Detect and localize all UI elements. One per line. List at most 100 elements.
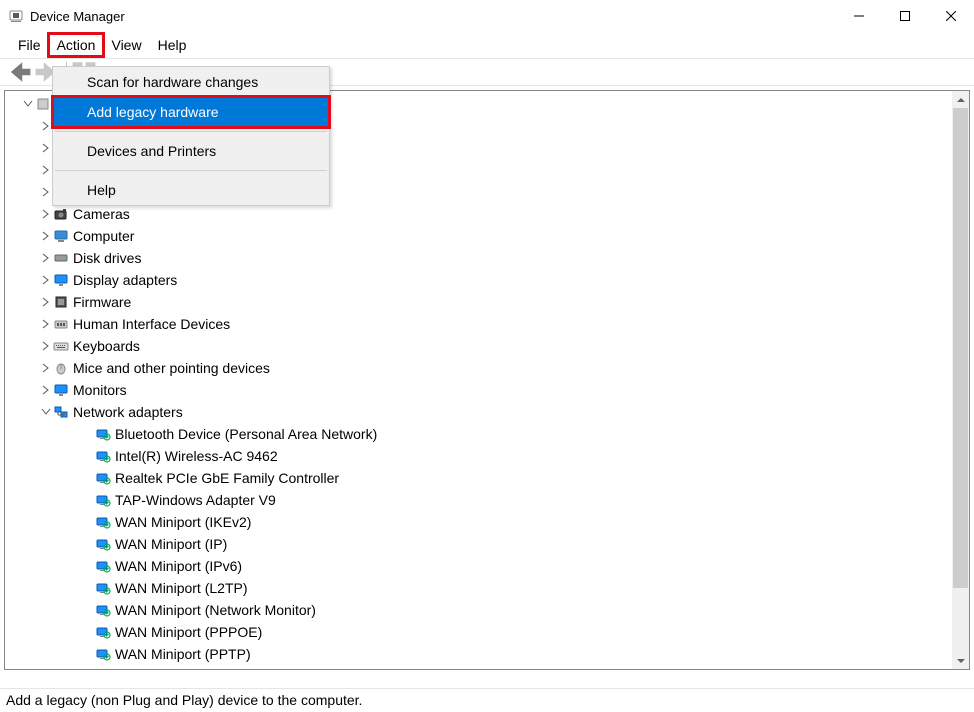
tree-item[interactable]: WAN Miniport (SSTP) [5,665,952,669]
window-title: Device Manager [30,9,836,24]
tree-item[interactable]: Display adapters [5,269,952,291]
chevron-right-icon[interactable] [39,187,53,197]
tree-item-label: WAN Miniport (IP) [115,536,227,552]
hid-icon [53,316,69,332]
tree-item[interactable]: WAN Miniport (PPPOE) [5,621,952,643]
close-button[interactable] [928,0,974,32]
tree-item[interactable]: Computer [5,225,952,247]
status-bar: Add a legacy (non Plug and Play) device … [0,688,974,712]
chevron-right-icon[interactable] [39,165,53,175]
computer-icon [53,228,69,244]
tree-item[interactable]: Disk drives [5,247,952,269]
chevron-down-icon[interactable] [21,99,35,109]
net-icon [95,426,111,442]
keyboard-icon [53,338,69,354]
tree-item-label: WAN Miniport (IPv6) [115,558,242,574]
titlebar: Device Manager [0,0,974,32]
net-icon [95,602,111,618]
chevron-right-icon[interactable] [39,297,53,307]
tree-item[interactable]: WAN Miniport (IPv6) [5,555,952,577]
net-icon [95,448,111,464]
tree-item[interactable]: Network adapters [5,401,952,423]
action-dropdown: Scan for hardware changes Add legacy har… [52,66,330,206]
tree-item[interactable]: Intel(R) Wireless-AC 9462 [5,445,952,467]
tree-item-label: Human Interface Devices [73,316,230,332]
firmware-icon [53,294,69,310]
tree-item[interactable]: Monitors [5,379,952,401]
tree-item[interactable]: Keyboards [5,335,952,357]
chevron-right-icon[interactable] [39,385,53,395]
menu-help[interactable]: Help [150,34,195,56]
scroll-thumb[interactable] [953,108,968,588]
tree-item[interactable]: WAN Miniport (L2TP) [5,577,952,599]
tree-item[interactable]: WAN Miniport (PPTP) [5,643,952,665]
vertical-scrollbar[interactable] [952,91,969,669]
tree-item[interactable]: Human Interface Devices [5,313,952,335]
menu-help[interactable]: Help [53,175,329,205]
back-button[interactable] [6,60,32,84]
chevron-right-icon[interactable] [39,363,53,373]
tree-item-label: Mice and other pointing devices [73,360,270,376]
status-text: Add a legacy (non Plug and Play) device … [6,692,362,708]
tree-item[interactable]: WAN Miniport (IKEv2) [5,511,952,533]
tree-item[interactable]: Mice and other pointing devices [5,357,952,379]
menu-action[interactable]: Action [49,34,104,56]
net-icon [95,514,111,530]
net-icon [95,536,111,552]
chevron-right-icon[interactable] [39,319,53,329]
app-icon [8,8,24,24]
tree-item-label: WAN Miniport (IKEv2) [115,514,251,530]
net-icon [95,580,111,596]
menubar: File Action View Help [0,32,974,58]
chevron-right-icon[interactable] [39,209,53,219]
scroll-down-button[interactable] [952,652,969,669]
tree-item-label: Bluetooth Device (Personal Area Network) [115,426,377,442]
chevron-down-icon[interactable] [39,407,53,417]
tree-item[interactable]: WAN Miniport (IP) [5,533,952,555]
tree-item[interactable]: Firmware [5,291,952,313]
tree-item-label: Disk drives [73,250,141,266]
net-icon [95,470,111,486]
chevron-right-icon[interactable] [39,231,53,241]
tree-item-label: WAN Miniport (PPPOE) [115,624,262,640]
menu-view[interactable]: View [103,34,149,56]
chevron-right-icon[interactable] [39,253,53,263]
net-icon [95,558,111,574]
chevron-right-icon[interactable] [39,341,53,351]
menu-separator [55,170,327,171]
minimize-button[interactable] [836,0,882,32]
tree-item-label: Cameras [73,206,130,222]
scroll-up-button[interactable] [952,91,969,108]
tree-item[interactable]: Bluetooth Device (Personal Area Network) [5,423,952,445]
network-icon [53,404,69,420]
menu-devices-printers[interactable]: Devices and Printers [53,136,329,166]
tree-item-label: WAN Miniport (PPTP) [115,646,251,662]
menu-scan-hardware[interactable]: Scan for hardware changes [53,67,329,97]
tree-item[interactable]: Realtek PCIe GbE Family Controller [5,467,952,489]
tree-item-label: Computer [73,228,134,244]
mouse-icon [53,360,69,376]
net-icon [95,668,111,669]
net-icon [95,624,111,640]
maximize-button[interactable] [882,0,928,32]
menu-separator [55,131,327,132]
computer-icon [35,96,51,112]
tree-item[interactable]: WAN Miniport (Network Monitor) [5,599,952,621]
tree-item-label: Intel(R) Wireless-AC 9462 [115,448,278,464]
tree-item-label: Realtek PCIe GbE Family Controller [115,470,339,486]
chevron-right-icon[interactable] [39,143,53,153]
tree-item[interactable]: TAP-Windows Adapter V9 [5,489,952,511]
menu-file[interactable]: File [10,34,49,56]
chevron-right-icon[interactable] [39,121,53,131]
net-icon [95,646,111,662]
tree-item-label: WAN Miniport (L2TP) [115,580,248,596]
tree-item-label: TAP-Windows Adapter V9 [115,492,276,508]
tree-item[interactable]: Cameras [5,203,952,225]
chevron-right-icon[interactable] [39,275,53,285]
tree-item-label: Display adapters [73,272,177,288]
display-icon [53,272,69,288]
monitor-icon [53,382,69,398]
menu-add-legacy-hardware[interactable]: Add legacy hardware [53,97,329,127]
disk-icon [53,250,69,266]
tree-item-label: Network adapters [73,404,183,420]
